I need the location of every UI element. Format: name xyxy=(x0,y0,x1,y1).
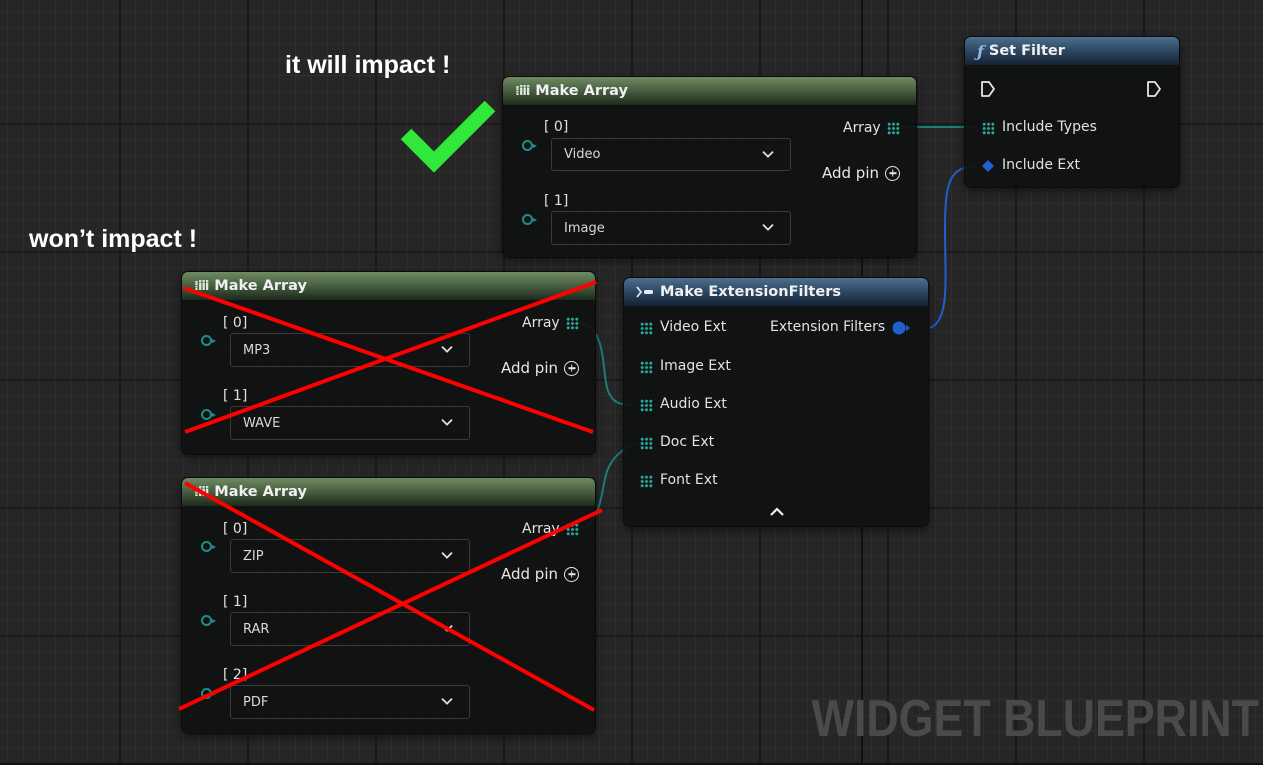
cross-out-icon xyxy=(183,280,597,434)
red-cross-marks xyxy=(178,280,603,712)
cross-out-icon xyxy=(178,481,603,712)
widget-blueprint-watermark: WIDGET BLUEPRINT xyxy=(811,690,1259,748)
